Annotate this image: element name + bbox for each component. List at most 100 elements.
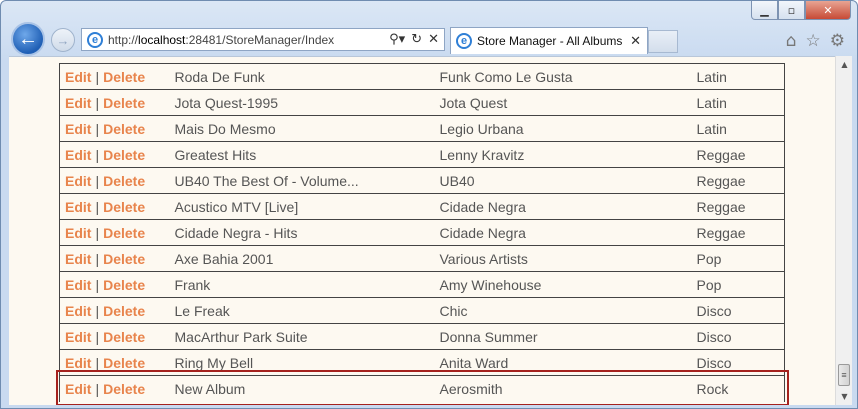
album-row: Edit | Delete Le Freak Chic Disco [59, 297, 785, 324]
album-row: Edit | Delete Roda De Funk Funk Como Le Gust… [59, 63, 785, 90]
album-genre: Latin [691, 89, 785, 116]
album-title: Cidade Negra - Hits [169, 219, 435, 246]
album-row: Edit | Delete Jota Quest-1995 Jota Quest Lati… [59, 89, 785, 116]
minimize-button[interactable]: ▁ [751, 1, 778, 20]
row-actions: Edit | Delete [59, 89, 170, 116]
delete-link[interactable]: Delete [103, 225, 145, 241]
album-genre: Reggae [691, 141, 785, 168]
album-row: Edit | Delete Mais Do Mesmo Legio Urbana Lati… [59, 115, 785, 142]
arrow-left-icon: ← [18, 27, 38, 50]
action-separator: | [95, 94, 100, 111]
edit-link[interactable]: Edit [65, 277, 91, 293]
edit-link[interactable]: Edit [65, 69, 91, 85]
edit-link[interactable]: Edit [65, 225, 91, 241]
row-actions: Edit | Delete [59, 323, 170, 350]
edit-link[interactable]: Edit [65, 121, 91, 137]
scroll-up-arrow-icon[interactable]: ▲ [836, 56, 853, 73]
delete-link[interactable]: Delete [103, 303, 145, 319]
action-separator: | [95, 198, 100, 215]
search-dropdown-icon[interactable]: ⚲▾ [389, 32, 405, 47]
album-title: Frank [169, 271, 435, 298]
tab-title: Store Manager - All Albums [477, 34, 623, 48]
album-genre: Reggae [691, 167, 785, 194]
scroll-thumb[interactable]: ≡ [838, 364, 850, 386]
edit-link[interactable]: Edit [65, 251, 91, 267]
album-title: Greatest Hits [169, 141, 435, 168]
ie-page-icon: e [87, 31, 103, 48]
url-prefix: http:// [108, 32, 139, 47]
album-artist: Cidade Negra [434, 193, 692, 220]
forward-button[interactable]: → [51, 28, 75, 52]
row-actions: Edit | Delete [59, 219, 170, 246]
album-row: Edit | Delete Axe Bahia 2001 Various Artists… [59, 245, 785, 272]
delete-link[interactable]: Delete [103, 69, 145, 85]
back-button[interactable]: ← [11, 22, 45, 56]
album-artist: Various Artists [434, 245, 692, 272]
edit-link[interactable]: Edit [65, 329, 91, 345]
arrow-right-icon: → [56, 32, 70, 48]
album-artist: Lenny Kravitz [434, 141, 692, 168]
new-tab-button[interactable] [648, 30, 678, 53]
album-artist: Jota Quest [434, 89, 692, 116]
vertical-scrollbar[interactable]: ▲ ≡ ▼ [835, 56, 852, 405]
delete-link[interactable]: Delete [103, 277, 145, 293]
album-artist: Donna Summer [434, 323, 692, 350]
album-artist: Legio Urbana [434, 115, 692, 142]
delete-link[interactable]: Delete [103, 147, 145, 163]
tab-close-icon[interactable]: ✕ [630, 34, 641, 49]
album-genre: Pop [691, 245, 785, 272]
edit-link[interactable]: Edit [65, 95, 91, 111]
album-genre: Pop [691, 271, 785, 298]
album-title: MacArthur Park Suite [169, 323, 435, 350]
delete-link[interactable]: Delete [103, 95, 145, 111]
action-separator: | [95, 120, 100, 137]
delete-link[interactable]: Delete [103, 199, 145, 215]
home-icon[interactable]: ⌂ [786, 31, 797, 51]
row-actions: Edit | Delete [59, 167, 170, 194]
favorites-star-icon[interactable]: ☆ [806, 31, 821, 51]
stop-icon[interactable]: ✕ [428, 32, 439, 47]
album-genre: Latin [691, 115, 785, 142]
delete-link[interactable]: Delete [103, 355, 145, 371]
row-actions: Edit | Delete [59, 297, 170, 324]
album-row: Edit | Delete Acustico MTV [Live] Cidade Neg… [59, 193, 785, 220]
album-genre: Reggae [691, 193, 785, 220]
edit-link[interactable]: Edit [65, 173, 91, 189]
album-title: Jota Quest-1995 [169, 89, 435, 116]
action-separator: | [95, 224, 100, 241]
album-title: Acustico MTV [Live] [169, 193, 435, 220]
album-title: Mais Do Mesmo [169, 115, 435, 142]
delete-link[interactable]: Delete [103, 173, 145, 189]
album-row: Edit | Delete Greatest Hits Lenny Kravitz Reg… [59, 141, 785, 168]
delete-link[interactable]: Delete [103, 329, 145, 345]
scroll-down-arrow-icon[interactable]: ▼ [836, 388, 853, 405]
row-actions: Edit | Delete [59, 63, 170, 90]
gear-icon[interactable]: ⚙ [830, 31, 845, 51]
action-separator: | [95, 146, 100, 163]
row-actions: Edit | Delete [59, 271, 170, 298]
delete-link[interactable]: Delete [103, 121, 145, 137]
album-artist: Amy Winehouse [434, 271, 692, 298]
album-row: Edit | Delete UB40 The Best Of - Volume... U… [59, 167, 785, 194]
maximize-button[interactable]: ▫ [778, 1, 805, 20]
address-bar[interactable]: e http://localhost:28481/StoreManager/In… [81, 28, 445, 51]
row-actions: Edit | Delete [59, 115, 170, 142]
album-genre: Reggae [691, 219, 785, 246]
edit-link[interactable]: Edit [65, 355, 91, 371]
album-title: UB40 The Best Of - Volume... [169, 167, 435, 194]
album-artist: Cidade Negra [434, 219, 692, 246]
action-separator: | [95, 354, 100, 371]
browser-window: ▁ ▫ ✕ ← → e http://localhost:28481/Store… [0, 0, 858, 409]
close-window-button[interactable]: ✕ [805, 1, 851, 20]
action-separator: | [95, 302, 100, 319]
address-tools: ⚲▾ ↻ ✕ [389, 32, 444, 47]
delete-link[interactable]: Delete [103, 251, 145, 267]
refresh-icon[interactable]: ↻ [411, 32, 422, 47]
album-title: Axe Bahia 2001 [169, 245, 435, 272]
url-text[interactable]: http://localhost:28481/StoreManager/Inde… [108, 33, 334, 47]
edit-link[interactable]: Edit [65, 147, 91, 163]
tab-store-manager[interactable]: e Store Manager - All Albums ✕ [450, 27, 648, 54]
url-path: :28481/StoreManager/Index [185, 32, 335, 47]
edit-link[interactable]: Edit [65, 199, 91, 215]
edit-link[interactable]: Edit [65, 303, 91, 319]
